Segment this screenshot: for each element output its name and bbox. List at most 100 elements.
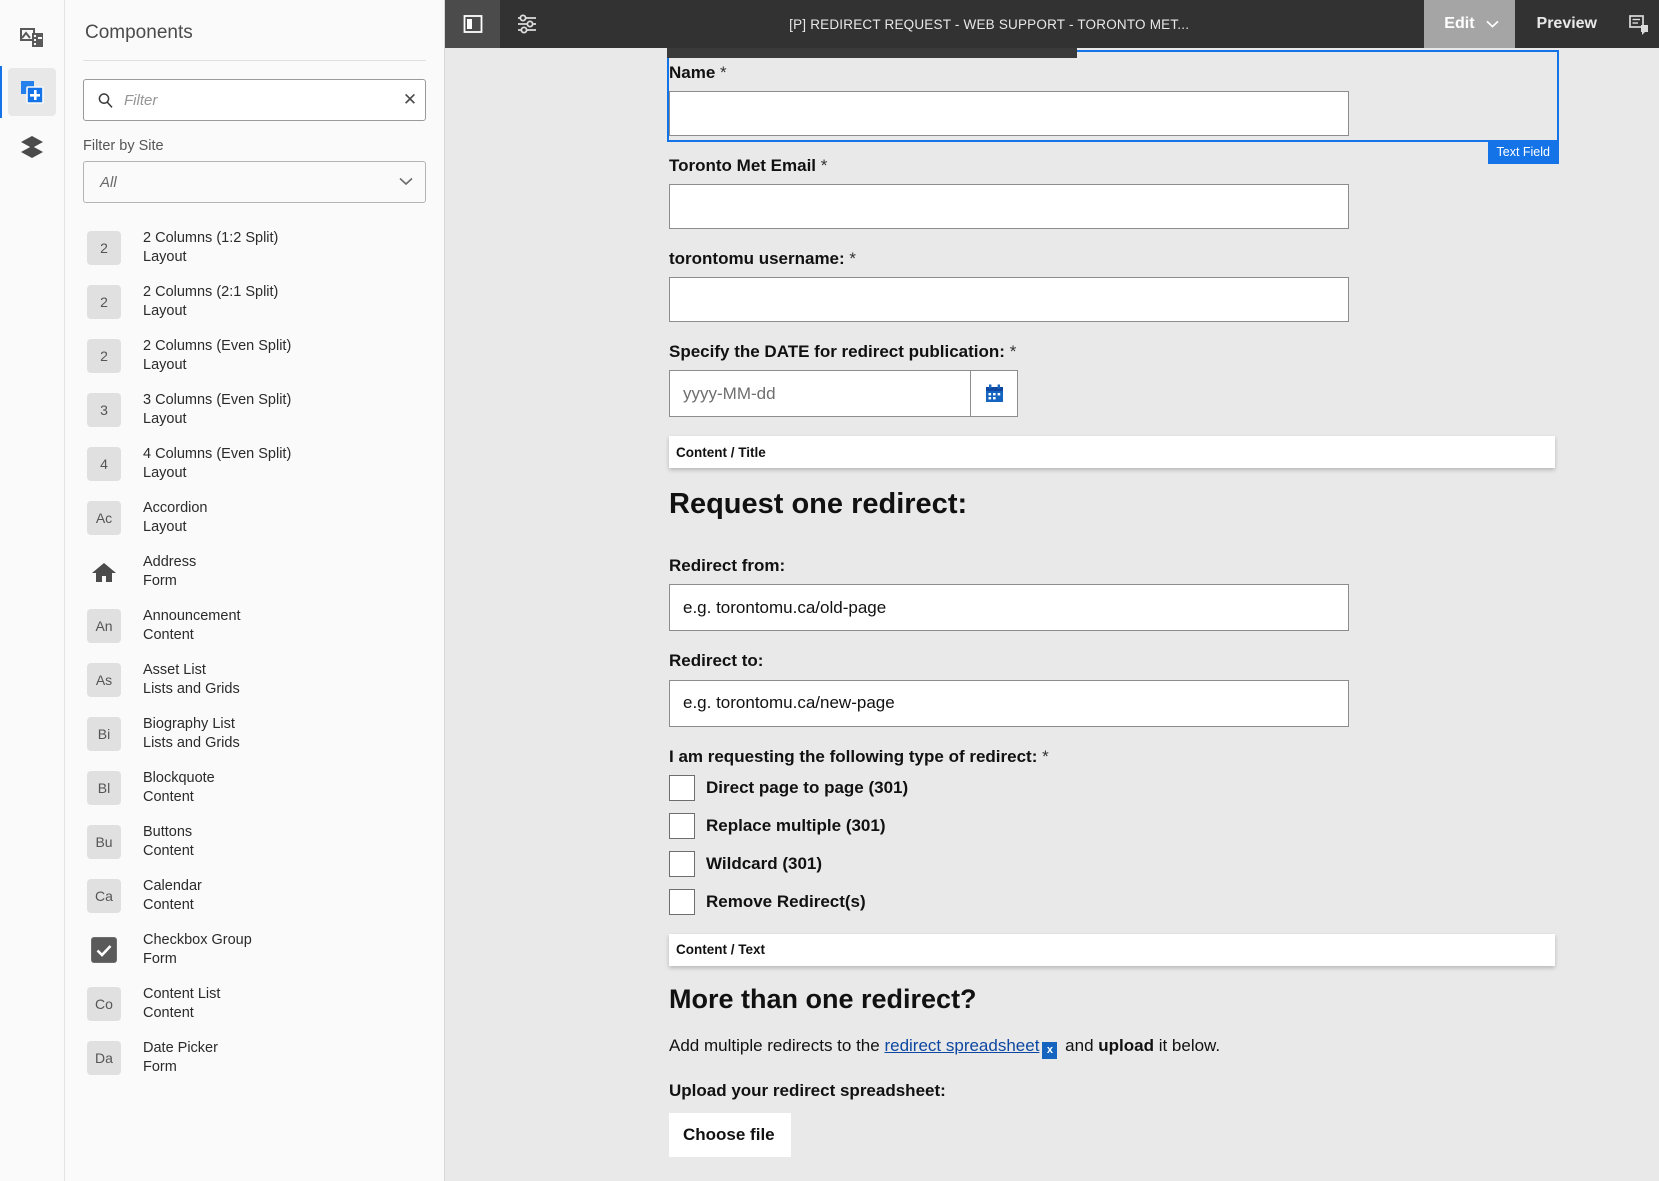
component-text: 2 Columns (Even Split) Layout — [143, 337, 291, 375]
component-group: Layout — [143, 249, 187, 265]
filter-box[interactable]: ✕ — [83, 79, 426, 121]
page-title: [P] REDIRECT REQUEST - WEB SUPPORT - TOR… — [789, 16, 1190, 32]
canvas-right-edge — [1649, 0, 1659, 1181]
upload-label: Upload your redirect spreadsheet: — [669, 1080, 946, 1100]
component-group: Form — [143, 1059, 177, 1075]
checkbox-row[interactable]: Direct page to page (301) — [669, 774, 1659, 801]
redirect-spreadsheet-link[interactable]: redirect spreadsheet — [884, 1036, 1039, 1055]
component-group: Content — [143, 627, 194, 643]
component-list-item[interactable]: 3 3 Columns (Even Split) Layout — [65, 383, 444, 437]
component-placeholder-text[interactable]: Content / Text — [669, 933, 1555, 966]
component-badge: 2 — [87, 231, 121, 265]
home-icon — [87, 555, 121, 589]
component-name: Blockquote — [143, 769, 215, 786]
component-list-item[interactable]: Checkbox Group Form — [65, 923, 444, 977]
clear-filter-icon[interactable]: ✕ — [395, 80, 425, 120]
components-panel: Components ✕ Filter by Site All — [65, 0, 445, 1181]
date-input[interactable] — [669, 370, 971, 418]
component-text: Buttons Content — [143, 823, 194, 861]
redirect-request-form: Name * Toronto Met Email * torontomu use… — [445, 48, 1659, 1157]
date-row — [669, 370, 1659, 418]
component-list-item[interactable]: 2 2 Columns (2:1 Split) Layout — [65, 275, 444, 329]
redirect-to-label: Redirect to: — [669, 651, 764, 671]
redirect-to-input[interactable]: e.g. torontomu.ca/new-page — [669, 679, 1349, 727]
username-input[interactable] — [669, 277, 1349, 323]
field-date: Specify the DATE for redirect publicatio… — [669, 341, 1659, 418]
assets-icon[interactable] — [8, 14, 56, 62]
paragraph-middle: and — [1060, 1035, 1099, 1055]
component-list-item[interactable]: Bi Biography List Lists and Grids — [65, 707, 444, 761]
component-text: 3 Columns (Even Split) Layout — [143, 391, 291, 429]
annotate-icon[interactable] — [1619, 0, 1659, 48]
checkbox-input[interactable] — [669, 888, 695, 915]
paragraph-before: Add multiple redirects to the — [669, 1035, 885, 1055]
site-filter-select[interactable]: All — [83, 161, 426, 203]
component-list-item[interactable]: Bu Buttons Content — [65, 815, 444, 869]
component-list-item[interactable]: 2 2 Columns (Even Split) Layout — [65, 329, 444, 383]
choose-file-button[interactable]: Choose file — [669, 1112, 791, 1157]
preview-button[interactable]: Preview — [1515, 0, 1619, 48]
component-group: Content — [143, 1005, 194, 1021]
site-filter-label: Filter by Site — [83, 138, 164, 154]
component-list-item[interactable]: 2 2 Columns (1:2 Split) Layout — [65, 221, 444, 275]
component-name: 2 Columns (2:1 Split) — [143, 283, 279, 300]
component-text: Date Picker Form — [143, 1039, 218, 1077]
side-panel-icon[interactable] — [445, 0, 500, 48]
component-text: Checkbox Group Form — [143, 931, 252, 969]
component-name: 3 Columns (Even Split) — [143, 391, 292, 408]
component-badge: Co — [87, 987, 121, 1021]
checkbox-input[interactable] — [669, 850, 695, 877]
component-placeholder-title[interactable]: Content / Title — [669, 436, 1555, 469]
component-text: 4 Columns (Even Split) Layout — [143, 445, 291, 483]
component-list-item[interactable]: Bl Blockquote Content — [65, 761, 444, 815]
filter-input[interactable] — [114, 91, 395, 109]
redirect-type-options: Direct page to page (301) Replace multipl… — [669, 774, 1659, 915]
component-name: Asset List — [143, 661, 206, 678]
component-list-item[interactable]: 4 4 Columns (Even Split) Layout — [65, 437, 444, 491]
chevron-down-icon — [1485, 15, 1499, 33]
checkbox-label: Direct page to page (301) — [706, 777, 909, 797]
redirect-from-label: Redirect from: — [669, 556, 786, 576]
component-badge: Da — [87, 1041, 121, 1075]
component-list-item[interactable]: Co Content List Content — [65, 977, 444, 1031]
paragraph-after: it below. — [1153, 1035, 1221, 1055]
checkbox-label: Remove Redirect(s) — [706, 891, 866, 911]
calendar-icon[interactable] — [971, 370, 1018, 418]
component-list-item[interactable]: Ac Accordion Layout — [65, 491, 444, 545]
components-icon[interactable] — [0, 66, 56, 118]
editor-region: [P] REDIRECT REQUEST - WEB SUPPORT - TOR… — [445, 0, 1659, 1181]
layers-icon[interactable] — [8, 122, 56, 170]
component-badge: An — [87, 609, 121, 643]
component-list-item[interactable]: An Announcement Content — [65, 599, 444, 653]
name-input[interactable] — [669, 91, 1349, 137]
page-properties-icon[interactable] — [500, 0, 554, 48]
checkbox-row[interactable]: Remove Redirect(s) — [669, 888, 1659, 915]
component-list-item[interactable]: As Asset List Lists and Grids — [65, 653, 444, 707]
component-badge: Ac — [87, 501, 121, 535]
component-group: Content — [143, 843, 194, 859]
component-list-item[interactable]: Address Form — [65, 545, 444, 599]
spreadsheet-icon: x — [1042, 1041, 1058, 1059]
component-list-item[interactable]: Ca Calendar Content — [65, 869, 444, 923]
component-name: Content List — [143, 985, 221, 1002]
component-name: 2 Columns (1:2 Split) — [143, 229, 279, 246]
component-text: Content List Content — [143, 985, 220, 1023]
component-list-item[interactable]: Da Date Picker Form — [65, 1031, 444, 1085]
component-group: Layout — [143, 465, 187, 481]
checkbox-input[interactable] — [669, 774, 695, 801]
email-input[interactable] — [669, 184, 1349, 230]
field-redirect-to: Redirect to: e.g. torontomu.ca/new-page — [669, 650, 1659, 727]
component-badge: Ca — [87, 879, 121, 913]
component-group: Form — [143, 573, 177, 589]
checkbox-row[interactable]: Wildcard (301) — [669, 850, 1659, 877]
redirect-from-input[interactable]: e.g. torontomu.ca/old-page — [669, 584, 1349, 632]
site-filter-value: All — [100, 173, 117, 191]
checkbox-input[interactable] — [669, 812, 695, 839]
component-badge: 2 — [87, 339, 121, 373]
field-redirect-type: I am requesting the following type of re… — [669, 746, 1659, 915]
edit-mode-button[interactable]: Edit — [1424, 0, 1515, 48]
multi-redirect-paragraph: Add multiple redirects to the redirect s… — [669, 1034, 1659, 1059]
component-name: Accordion — [143, 499, 208, 516]
checkbox-row[interactable]: Replace multiple (301) — [669, 812, 1659, 839]
component-name: Buttons — [143, 823, 193, 840]
